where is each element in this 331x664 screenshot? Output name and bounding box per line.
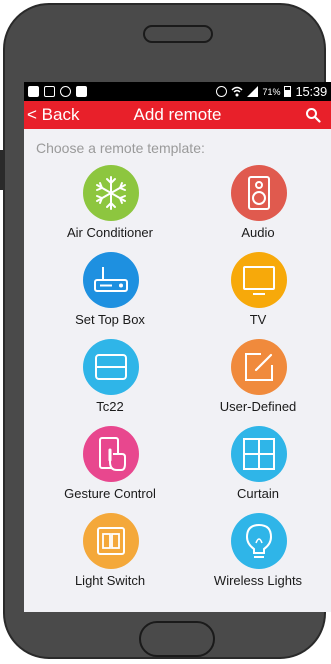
speaker-icon (248, 176, 270, 210)
gallery-icon (44, 86, 55, 97)
tile-icon-bg (231, 426, 287, 482)
template-list[interactable]: Choose a remote template: Air Conditione… (24, 129, 331, 612)
gesture-icon (99, 437, 126, 471)
wifi-icon (231, 86, 243, 97)
notification-icon (28, 86, 39, 97)
tile-label: Air Conditioner (67, 225, 153, 240)
set-top-box-icon (94, 267, 128, 292)
battery-icon (284, 86, 292, 97)
tile-icon-bg (83, 513, 139, 569)
tile-icon-bg (83, 165, 139, 221)
snowflake-icon (96, 176, 126, 210)
status-bar: 71% 15:39 (24, 82, 331, 101)
battery-percent: 71% (262, 86, 281, 97)
earpiece (143, 25, 213, 43)
search-icon[interactable] (305, 107, 321, 123)
sync-icon (60, 86, 71, 97)
tile-icon-bg (231, 513, 287, 569)
edit-icon (245, 353, 273, 381)
tile-label: Audio (241, 225, 275, 240)
tile-icon-bg (83, 252, 139, 308)
template-tc22[interactable]: Tc22 (40, 339, 180, 425)
tile-label: User-Defined (219, 399, 297, 414)
tile-label: TV (249, 312, 267, 327)
tile-icon-bg (231, 339, 287, 395)
template-audio[interactable]: Audio (188, 165, 328, 251)
tile-icon-bg (83, 339, 139, 395)
template-air-conditioner[interactable]: Air Conditioner (40, 165, 180, 251)
app-bar: < Back Add remote (24, 101, 331, 129)
alarm-icon (216, 86, 228, 97)
template-set-top-box[interactable]: Set Top Box (40, 252, 180, 338)
bag-icon (76, 86, 87, 97)
tc22-icon (95, 354, 127, 380)
tile-icon-bg (231, 165, 287, 221)
back-button[interactable]: < Back (24, 105, 79, 125)
template-light-switch[interactable]: Light Switch (40, 513, 180, 599)
signal-icon (247, 86, 259, 97)
tile-label: Wireless Lights (213, 573, 303, 588)
tile-icon-bg (83, 426, 139, 482)
tv-icon (243, 266, 275, 295)
tile-label: Gesture Control (64, 486, 156, 501)
light-switch-icon (97, 527, 125, 555)
template-curtain[interactable]: Curtain (188, 426, 328, 512)
light-bulb-icon (245, 523, 273, 558)
screen: 71% 15:39 < Back Add remote Choose a rem… (24, 82, 331, 612)
home-button[interactable] (139, 621, 215, 657)
tile-icon-bg (231, 252, 287, 308)
tile-label: Set Top Box (75, 312, 145, 327)
template-tv[interactable]: TV (188, 252, 328, 338)
template-user-defined[interactable]: User-Defined (188, 339, 328, 425)
template-gesture-control[interactable]: Gesture Control (40, 426, 180, 512)
curtain-icon (243, 438, 275, 470)
template-prompt: Choose a remote template: (36, 140, 205, 156)
status-time: 15:39 (295, 84, 327, 99)
tile-label: Tc22 (96, 399, 124, 414)
template-wireless-lights[interactable]: Wireless Lights (188, 513, 328, 599)
tile-label: Light Switch (74, 573, 146, 588)
volume-key[interactable] (0, 150, 3, 190)
tile-label: Curtain (237, 486, 279, 501)
